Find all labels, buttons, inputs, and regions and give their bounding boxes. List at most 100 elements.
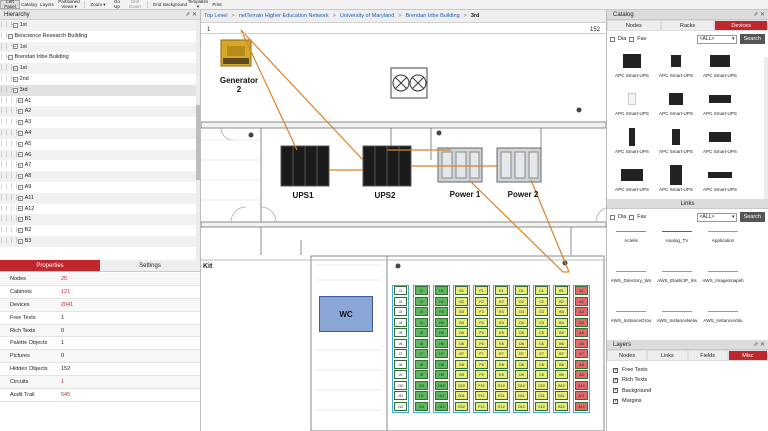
rack-cabinet[interactable]: B12 — [555, 401, 568, 411]
rack-cabinet[interactable]: D2 — [515, 296, 528, 306]
tree-node[interactable]: │ │ │ ├ + A4 — [0, 127, 200, 139]
rack-cabinet[interactable]: I7 — [415, 349, 428, 359]
rack-cabinet[interactable]: J6 — [394, 338, 407, 348]
rack-cabinet[interactable]: A11 — [575, 391, 588, 401]
rack-cabinet[interactable]: I12 — [415, 401, 428, 411]
catalog-scrollbar[interactable] — [764, 57, 768, 205]
expand-icon[interactable]: + — [12, 66, 18, 72]
rack-cabinet[interactable]: E12 — [495, 401, 508, 411]
hierarchy-panel-controls[interactable]: ⇗ ✕ — [185, 10, 197, 20]
property-value[interactable]: 121 — [61, 289, 70, 295]
tree-node[interactable]: │ │ │ ├ + A6 — [0, 149, 200, 161]
rack-cabinet[interactable]: A9 — [575, 370, 588, 380]
expand-icon[interactable]: + — [17, 141, 23, 147]
catalog-device-item[interactable]: APC Smart-UPS — [698, 165, 742, 192]
rack-cabinet[interactable]: A5 — [575, 328, 588, 338]
rack-cabinet[interactable]: A6 — [575, 338, 588, 348]
rack-cabinet[interactable]: F4 — [475, 317, 488, 327]
expand-icon[interactable]: + — [17, 206, 23, 212]
rack-cabinet[interactable]: E9 — [495, 370, 508, 380]
layer-checkbox[interactable] — [613, 387, 618, 394]
rack-cabinet[interactable]: C4 — [535, 317, 548, 327]
link-type-item[interactable]: Actelis — [608, 231, 654, 243]
rack-cabinet[interactable]: B6 — [555, 338, 568, 348]
rack-cabinet[interactable]: E2 — [495, 296, 508, 306]
tab-layer-fields[interactable]: Fields — [687, 350, 728, 361]
rack-cabinet[interactable]: E6 — [495, 338, 508, 348]
rack-cabinet[interactable]: D9 — [515, 370, 528, 380]
rack-cabinet[interactable]: A1 — [575, 286, 588, 296]
toolbar-button-print[interactable]: Print — [210, 0, 224, 9]
rack-cabinet[interactable]: I5 — [415, 328, 428, 338]
catalog-device-item[interactable]: APC Smart-UPS — [610, 89, 654, 116]
breadcrumb-item[interactable]: 3rd — [471, 13, 480, 19]
rack-cabinet[interactable]: F3 — [475, 307, 488, 317]
expand-icon[interactable]: + — [17, 152, 23, 158]
tab-racks[interactable]: Racks — [660, 20, 715, 31]
rack-cabinet[interactable]: J2 — [394, 296, 407, 306]
property-value[interactable]: 25 — [61, 276, 67, 282]
tree-node[interactable]: │ │ │ ├ + A8 — [0, 171, 200, 182]
layer-checkbox[interactable] — [613, 398, 618, 404]
expand-icon[interactable]: + — [17, 195, 23, 201]
rack-cabinet[interactable]: F12 — [475, 401, 488, 411]
rack-cabinet[interactable]: D8 — [515, 359, 528, 369]
rack-cabinet[interactable]: H4 — [435, 317, 448, 327]
collapse-icon[interactable]: − — [12, 22, 18, 28]
rack-cabinet[interactable]: J3 — [394, 307, 407, 317]
tree-node[interactable]: │ │ │ ├ + A12 — [0, 204, 200, 215]
tree-node[interactable]: │ │ │ ├ + A3 — [0, 117, 200, 128]
tab-layer-links[interactable]: Links — [647, 350, 688, 361]
toolbar-button-left-panel[interactable]: Left Panel — [0, 0, 20, 9]
layer-checkbox[interactable] — [613, 377, 618, 383]
fav-checkbox[interactable] — [629, 36, 635, 42]
generator-2[interactable] — [220, 39, 252, 67]
rack-cabinet[interactable]: B2 — [555, 296, 568, 306]
rack-cabinet[interactable]: C7 — [535, 349, 548, 359]
toolbar-button-background[interactable]: Background — [163, 0, 187, 9]
tree-node[interactable]: │ │ │ ├ + B2 — [0, 225, 200, 236]
rack-cabinet[interactable]: A3 — [575, 307, 588, 317]
rack-cabinet[interactable]: I10 — [415, 380, 428, 390]
links-dia-checkbox[interactable] — [610, 214, 615, 220]
rack-cabinet[interactable]: D5 — [515, 328, 528, 338]
rack-cabinet[interactable]: H11 — [435, 391, 448, 401]
rack-cabinet[interactable]: C9 — [535, 370, 548, 380]
power-2-panel[interactable] — [496, 147, 542, 183]
rack-cabinet[interactable]: G7 — [455, 349, 468, 359]
rack-cabinet[interactable]: B7 — [555, 349, 568, 359]
rack-cabinet[interactable]: B9 — [555, 370, 568, 380]
rack-cabinet[interactable]: B3 — [555, 307, 568, 317]
rack-cabinet[interactable]: F7 — [475, 349, 488, 359]
expand-icon[interactable]: + — [12, 44, 18, 50]
catalog-device-item[interactable]: APC Smart-UPS — [654, 127, 698, 154]
tree-node[interactable]: │ │ ├ −3rd — [0, 84, 200, 96]
rack-cabinet[interactable]: H6 — [435, 338, 448, 348]
rack-cabinet[interactable]: I8 — [415, 359, 428, 369]
toolbar-button-grid[interactable]: Grid — [150, 0, 164, 9]
rack-cabinet[interactable]: B1 — [555, 286, 568, 296]
property-value[interactable]: 2041 — [61, 302, 73, 308]
rack-cabinet[interactable]: G1 — [455, 286, 468, 296]
rack-cabinet[interactable]: E1 — [495, 286, 508, 296]
breadcrumb-item[interactable]: netTerrain Higher Education Network — [239, 13, 329, 19]
links-fav-checkbox[interactable] — [629, 214, 635, 220]
tree-node[interactable]: │ │ │ ├ + A2 — [0, 106, 200, 118]
rack-cabinet[interactable]: D3 — [515, 307, 528, 317]
rack-cabinet[interactable]: E3 — [495, 307, 508, 317]
property-value[interactable]: 545 — [61, 392, 70, 398]
rack-cabinet[interactable]: J12 — [394, 401, 407, 411]
expand-icon[interactable]: + — [12, 76, 18, 82]
catalog-device-item[interactable]: APC Smart-UPS — [610, 51, 654, 78]
tab-settings[interactable]: Settings — [100, 260, 200, 272]
tree-node[interactable]: │ │ ├ +1st — [0, 63, 200, 74]
dia-checkbox[interactable] — [610, 36, 615, 42]
rack-cabinet[interactable]: E11 — [495, 391, 508, 401]
rack-cabinet[interactable]: F6 — [475, 338, 488, 348]
rack-cabinet[interactable]: H7 — [435, 349, 448, 359]
layer-checkbox[interactable] — [613, 367, 618, 373]
rack-cabinet[interactable]: D1 — [515, 286, 528, 296]
rack-cabinet[interactable]: E5 — [495, 328, 508, 338]
rack-cabinet[interactable]: G9 — [455, 370, 468, 380]
rack-cabinet[interactable]: D7 — [515, 349, 528, 359]
